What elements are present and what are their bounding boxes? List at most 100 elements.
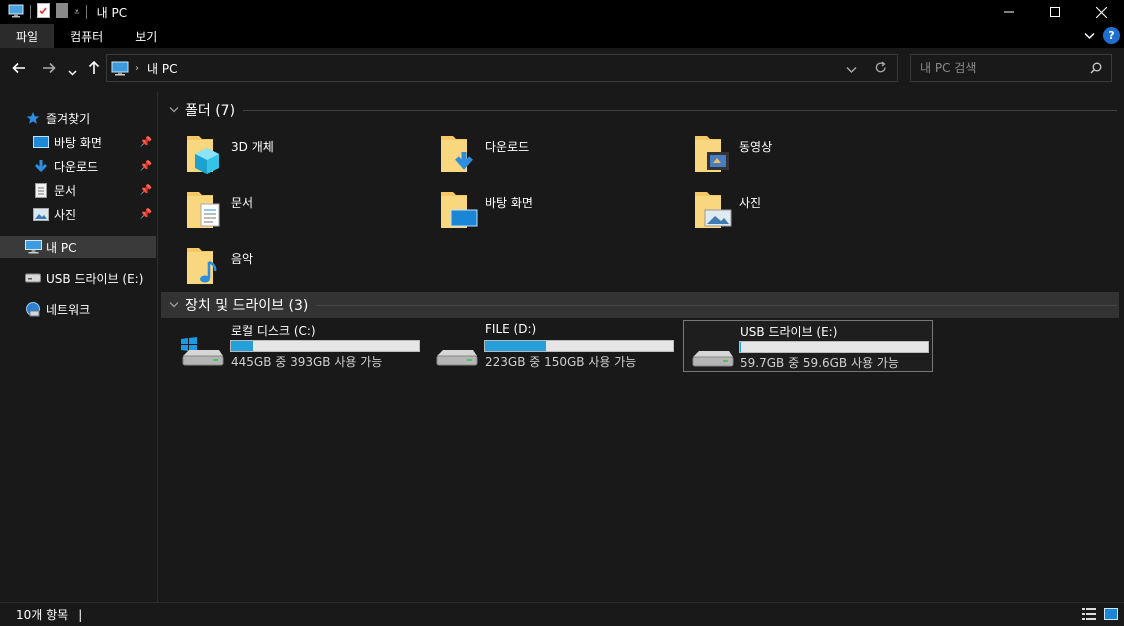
pin-icon[interactable]: 📌 xyxy=(140,161,152,172)
close-button[interactable] xyxy=(1078,0,1124,24)
collapse-chevron-icon[interactable] xyxy=(169,300,179,311)
window-controls xyxy=(986,0,1124,24)
item-count: 10개 항목 xyxy=(16,608,69,622)
drive-usage-fill xyxy=(485,341,547,351)
up-button[interactable] xyxy=(87,60,101,79)
usb-drive-icon xyxy=(689,333,735,367)
sidebar-item-this-pc[interactable]: 내 PC xyxy=(0,236,156,258)
drive-name: 로컬 디스크 (C:) xyxy=(231,324,316,338)
download-icon xyxy=(439,130,479,176)
drive-local-disk-c[interactable]: 로컬 디스크 (C:) 445GB 중 393GB 사용 가능 xyxy=(159,320,420,372)
forward-button[interactable] xyxy=(42,60,56,79)
folders-group-header[interactable]: 폴더 (7) xyxy=(161,97,1119,123)
drive-usage-bar xyxy=(484,340,674,352)
sidebar-item-usb-drive[interactable]: USB 드라이브 (E:) xyxy=(24,267,180,289)
sidebar-item-quick-access[interactable]: 즐겨찾기 xyxy=(24,107,180,129)
folder-downloads[interactable]: 다운로드 xyxy=(413,130,663,180)
toolbar-divider xyxy=(85,5,87,19)
download-icon xyxy=(32,159,50,174)
video-icon xyxy=(693,130,733,176)
sidebar-item-label: USB 드라이브 (E:) xyxy=(46,271,144,286)
sidebar-item-label: 내 PC xyxy=(46,240,77,255)
sidebar-item-downloads[interactable]: 다운로드 📌 xyxy=(32,155,156,177)
picture-icon xyxy=(32,207,50,221)
content-pane: 폴더 (7) 3D 개체 다운로드 동영상 문서 바탕 화면 사진 음악 장치 … xyxy=(159,92,1124,602)
group-title: 폴더 (7) xyxy=(185,103,236,119)
search-icon[interactable] xyxy=(1090,62,1102,77)
windows-drive-icon xyxy=(179,332,225,366)
drive-name: FILE (D:) xyxy=(485,322,537,336)
computer-icon xyxy=(24,240,42,254)
breadcrumb-chevron-icon[interactable]: › xyxy=(135,63,139,74)
sidebar-item-network[interactable]: 네트워크 xyxy=(24,298,180,320)
desktop-icon xyxy=(32,136,50,148)
folder-name: 문서 xyxy=(231,196,254,210)
file-explorer-window: ⩡ 내 PC 파일 컴퓨터 보기 ? › 내 PC 내 PC 검색 즐겨찾기 바… xyxy=(0,0,1124,626)
ribbon-tabs: 파일 컴퓨터 보기 ? xyxy=(0,24,1124,48)
breadcrumb[interactable]: 내 PC xyxy=(147,60,177,77)
back-button[interactable] xyxy=(12,60,26,79)
folder-name: 다운로드 xyxy=(485,140,530,154)
search-box xyxy=(910,54,1112,82)
refresh-icon[interactable] xyxy=(875,61,887,77)
tab-view[interactable]: 보기 xyxy=(119,24,173,48)
pin-icon[interactable]: 📌 xyxy=(140,137,152,148)
group-divider xyxy=(316,304,1117,306)
expand-ribbon-icon[interactable] xyxy=(1084,29,1095,43)
star-icon xyxy=(24,111,42,125)
computer-icon[interactable] xyxy=(8,4,24,21)
pin-icon[interactable]: 📌 xyxy=(140,185,152,196)
view-switcher xyxy=(1082,608,1118,623)
music-icon xyxy=(185,242,225,288)
folder-name: 바탕 화면 xyxy=(485,196,533,210)
navigation-pane: 즐겨찾기 바탕 화면 📌 다운로드 📌 문서 📌 사진 📌 내 PC USB 드… xyxy=(0,92,158,602)
sidebar-item-pictures[interactable]: 사진 📌 xyxy=(32,203,156,225)
sidebar-item-label: 바탕 화면 xyxy=(54,135,102,150)
drive-usb-e[interactable]: USB 드라이브 (E:) 59.7GB 중 59.6GB 사용 가능 xyxy=(683,320,933,372)
folder-documents[interactable]: 문서 xyxy=(159,186,409,236)
drive-space-info: 59.7GB 중 59.6GB 사용 가능 xyxy=(740,356,899,370)
desktop-icon xyxy=(439,186,479,232)
maximize-button[interactable] xyxy=(1032,0,1078,24)
sidebar-item-desktop[interactable]: 바탕 화면 📌 xyxy=(32,131,156,153)
help-icon[interactable]: ? xyxy=(1103,27,1120,44)
folder-name: 동영상 xyxy=(739,140,773,154)
drive-usage-fill xyxy=(231,341,253,351)
sidebar-item-label: 문서 xyxy=(54,183,77,198)
search-input[interactable] xyxy=(911,61,1081,75)
drive-file-d[interactable]: FILE (D:) 223GB 중 150GB 사용 가능 xyxy=(413,320,674,372)
group-divider xyxy=(243,109,1117,111)
drive-name: USB 드라이브 (E:) xyxy=(740,325,838,339)
folder-videos[interactable]: 동영상 xyxy=(667,130,917,180)
folder-music[interactable]: 음악 xyxy=(159,242,409,292)
collapse-chevron-icon[interactable] xyxy=(169,105,179,116)
status-bar: 10개 항목 | xyxy=(0,602,1124,626)
drive-space-info: 223GB 중 150GB 사용 가능 xyxy=(485,355,637,369)
tab-file[interactable]: 파일 xyxy=(0,24,55,48)
folder-name: 사진 xyxy=(739,196,762,210)
new-folder-icon[interactable] xyxy=(56,3,68,21)
3d-objects-icon xyxy=(185,130,225,176)
recent-locations-button[interactable] xyxy=(68,62,77,81)
sidebar-item-label: 사진 xyxy=(54,207,77,222)
tab-computer[interactable]: 컴퓨터 xyxy=(54,24,119,48)
title-bar: ⩡ 내 PC xyxy=(0,0,1124,24)
drive-space-info: 445GB 중 393GB 사용 가능 xyxy=(231,355,383,369)
minimize-button[interactable] xyxy=(986,0,1032,24)
folder-3d-objects[interactable]: 3D 개체 xyxy=(159,130,409,180)
devices-group-header[interactable]: 장치 및 드라이브 (3) xyxy=(161,292,1119,318)
document-icon xyxy=(185,186,225,232)
toolbar-divider xyxy=(30,5,31,19)
address-dropdown-icon[interactable] xyxy=(846,63,857,77)
folder-pictures[interactable]: 사진 xyxy=(667,186,917,236)
customize-toolbar-icon[interactable]: ⩡ xyxy=(74,7,80,18)
details-view-icon[interactable] xyxy=(1082,608,1096,623)
address-bar[interactable]: › 내 PC xyxy=(106,54,898,82)
folder-desktop[interactable]: 바탕 화면 xyxy=(413,186,663,236)
ribbon-right-controls: ? xyxy=(1084,27,1120,44)
sidebar-item-documents[interactable]: 문서 📌 xyxy=(32,179,156,201)
large-icons-view-icon[interactable] xyxy=(1104,608,1118,623)
properties-icon[interactable] xyxy=(37,3,50,21)
picture-icon xyxy=(693,186,733,232)
pin-icon[interactable]: 📌 xyxy=(140,209,152,220)
